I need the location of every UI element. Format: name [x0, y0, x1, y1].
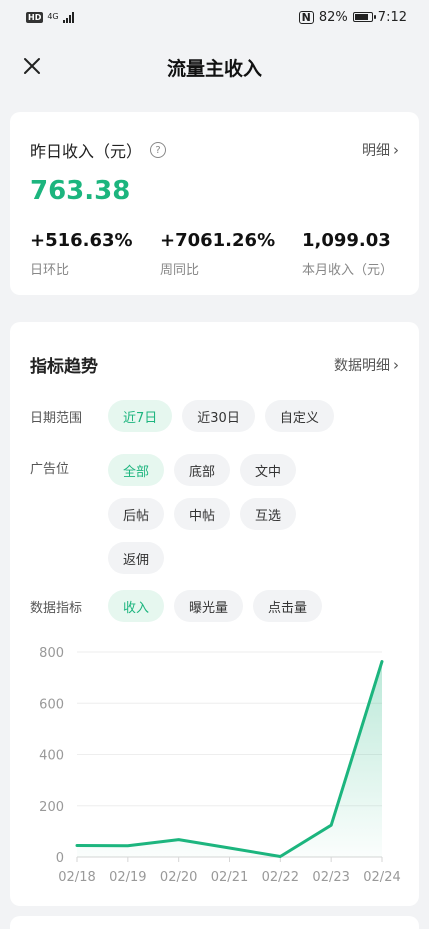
page-title: 流量主收入 [166, 57, 262, 80]
stat-label: 周同比 [160, 263, 200, 278]
income-trend-chart: 0 200 400 600 800 02/18 02/19 02/20 02/21 02/22 0… [39, 646, 401, 885]
chip-income[interactable]: 收入 [108, 590, 165, 622]
x-tick-label: 02/20 [160, 870, 197, 885]
income-summary-card: 昨日收入（元） ? 明细 › 763.38 +516.63% 日环比 +7061… [10, 112, 419, 295]
ad-slot-label: 广告位 [30, 462, 70, 477]
stat-label: 本月收入（元） [302, 263, 394, 278]
chip-clicks[interactable]: 点击量 [253, 590, 323, 622]
y-tick-label: 400 [39, 749, 64, 764]
status-bar: HD 4G N 82% 7:12 [0, 0, 429, 34]
y-tick-label: 600 [39, 697, 64, 712]
y-tick-label: 200 [39, 800, 64, 815]
y-tick-label: 800 [39, 646, 64, 661]
metric-filter: 数据指标 收入 曝光量 点击量 [30, 590, 348, 622]
detail-link-label: 明细 [362, 143, 390, 159]
x-tick-label: 02/24 [363, 870, 400, 885]
stat-label: 日环比 [30, 263, 70, 278]
stats-row: +516.63% 日环比 +7061.26% 周同比 1,099.03 本月收入… [30, 230, 399, 278]
signal-icon [62, 11, 74, 23]
detail-link[interactable]: 明细 › [362, 140, 399, 160]
y-tick-label: 0 [56, 851, 64, 866]
chevron-right-icon: › [393, 355, 399, 374]
date-range-chips: 近7日 近30日 自定义 [108, 400, 348, 432]
battery-percent: 82% [318, 9, 348, 25]
stat-week-over-week: +7061.26% 周同比 [160, 230, 302, 278]
chip-post[interactable]: 后帖 [108, 498, 165, 530]
chip-mid[interactable]: 中帖 [174, 498, 231, 530]
metric-chips: 收入 曝光量 点击量 [108, 590, 348, 622]
next-card [10, 916, 419, 929]
chip-rebate[interactable]: 返佣 [108, 542, 165, 574]
data-detail-label: 数据明细 [334, 357, 390, 374]
x-tick-label: 02/22 [262, 870, 299, 885]
stat-value: +516.63% [30, 230, 133, 251]
summary-title-wrap: 昨日收入（元） ? [30, 138, 167, 162]
chip-mutual[interactable]: 互选 [240, 498, 297, 530]
battery-icon [352, 12, 376, 22]
yesterday-income: 763.38 [30, 176, 131, 206]
status-left: HD 4G [26, 11, 74, 23]
clock: 7:12 [377, 9, 407, 25]
stat-month-income: 1,099.03 本月收入（元） [302, 230, 393, 278]
x-tick-label: 02/18 [58, 870, 95, 885]
metric-label: 数据指标 [30, 600, 83, 616]
chip-bottom[interactable]: 底部 [174, 454, 231, 486]
chip-custom[interactable]: 自定义 [264, 400, 334, 432]
chip-last-30-days[interactable]: 近30日 [182, 400, 255, 432]
x-tick-label: 02/23 [312, 870, 349, 885]
summary-header: 昨日收入（元） ? 明细 › [30, 138, 399, 162]
close-button[interactable] [18, 52, 46, 80]
series-area [77, 661, 382, 857]
stat-value: +7061.26% [160, 230, 276, 251]
trend-header: 指标趋势 数据明细 › [30, 352, 399, 378]
x-tick-label: 02/21 [211, 870, 248, 885]
hd-icon: HD [26, 11, 44, 23]
question-circle-icon[interactable]: ? [150, 142, 167, 158]
close-icon [24, 58, 40, 74]
date-range-label: 日期范围 [30, 410, 83, 426]
chip-last-7-days[interactable]: 近7日 [108, 400, 173, 432]
trend-title: 指标趋势 [30, 357, 98, 377]
stat-day-over-day: +516.63% 日环比 [30, 230, 160, 278]
summary-title: 昨日收入（元） [30, 142, 143, 161]
status-right: N 82% 7:12 [298, 9, 407, 25]
chip-impressions[interactable]: 曝光量 [174, 590, 244, 622]
nfc-icon: N [298, 10, 314, 24]
network-type: 4G [47, 12, 59, 21]
stat-value: 1,099.03 [302, 230, 391, 251]
date-range-filter: 日期范围 近7日 近30日 自定义 [30, 400, 348, 432]
ad-slot-filter: 广告位 全部 底部 文中 后帖 中帖 互选 返佣 [30, 454, 348, 574]
data-detail-link[interactable]: 数据明细 › [334, 355, 399, 375]
chevron-right-icon: › [393, 141, 399, 159]
chip-all[interactable]: 全部 [108, 454, 165, 486]
chip-in-article[interactable]: 文中 [240, 454, 297, 486]
nav-bar: 流量主收入 [0, 34, 429, 100]
x-tick-label: 02/19 [109, 870, 146, 885]
ad-slot-chips: 全部 底部 文中 后帖 中帖 互选 返佣 [108, 454, 348, 574]
trend-card: 指标趋势 数据明细 › 日期范围 近7日 近30日 自定义 广告位 全部 底部 … [10, 322, 419, 906]
